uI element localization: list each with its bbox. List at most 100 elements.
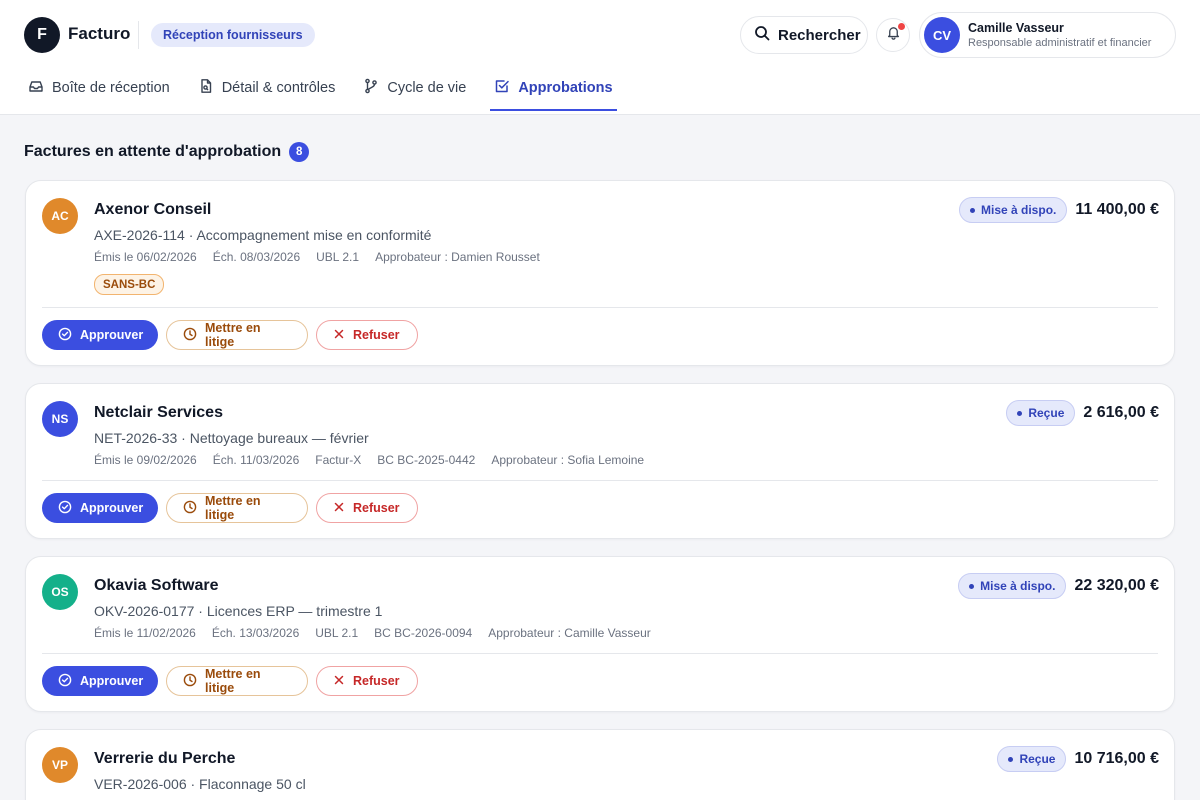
tab-inbox[interactable]: Boîte de réception — [24, 66, 174, 111]
tab-label: Détail & contrôles — [221, 79, 336, 96]
close-icon — [333, 501, 345, 516]
top-bar: F Facturo Réception fournisseurs Recherc… — [0, 0, 1200, 115]
search-label: Rechercher — [778, 26, 861, 44]
invoice-amount: 11 400,00 € — [1075, 201, 1159, 218]
approver: Approbateur : Sofia Lemoine — [491, 453, 645, 467]
check-circle-icon — [58, 500, 72, 517]
dispute-button[interactable]: Mettre en litige — [166, 666, 308, 696]
inbox-icon — [28, 78, 44, 98]
status-badge: Mise à dispo. — [959, 197, 1068, 223]
issue-date: Émis le 11/02/2026 — [94, 626, 196, 640]
card-divider — [42, 653, 1158, 654]
context-badge: Réception fournisseurs — [151, 23, 315, 47]
invoice-amount: 2 616,00 € — [1083, 404, 1159, 421]
due-date: Éch. 08/03/2026 — [212, 250, 301, 264]
card-actions: Approuver Mettre en litige Refuser — [42, 493, 418, 523]
invoice-description: OKV-2026-0177 · Licences ERP — trimestre… — [94, 603, 383, 619]
brand-logo[interactable]: F — [24, 17, 60, 53]
tab-lifecycle[interactable]: Cycle de vie — [359, 66, 470, 111]
refuse-label: Refuser — [353, 328, 400, 342]
search-button[interactable]: Rechercher — [740, 16, 868, 54]
tab-approvals[interactable]: Approbations — [490, 66, 617, 111]
invoice-meta: Émis le 09/02/2026 Éch. 11/03/2026 Factu… — [94, 453, 644, 467]
approve-label: Approuver — [80, 328, 144, 342]
notifications-button[interactable] — [876, 18, 910, 52]
status-dot — [1008, 756, 1014, 762]
approve-button[interactable]: Approuver — [42, 493, 158, 523]
supplier-avatar: NS — [42, 401, 78, 437]
status-label: Mise à dispo. — [981, 203, 1057, 217]
close-icon — [333, 674, 345, 689]
tab-label: Boîte de réception — [52, 79, 170, 96]
tab-label: Approbations — [518, 79, 613, 96]
dispute-label: Mettre en litige — [205, 494, 261, 522]
invoice-card: VP Verrerie du Perche VER-2026-006 · Fla… — [25, 729, 1175, 800]
invoice-format: UBL 2.1 — [315, 626, 359, 640]
dispute-label: Mettre en litige — [205, 321, 261, 349]
section-title-text: Factures en attente d'approbation — [24, 143, 282, 160]
status-dot — [1017, 410, 1023, 416]
approver: Approbateur : Camille Vasseur — [488, 626, 651, 640]
approve-button[interactable]: Approuver — [42, 320, 158, 350]
approver: Approbateur : Damien Rousset — [375, 250, 540, 264]
status-amount: Mise à dispo. 22 320,00 € — [958, 573, 1159, 599]
status-amount: Reçue 2 616,00 € — [1006, 400, 1159, 426]
pending-count-badge: 8 — [289, 142, 310, 162]
supplier-name[interactable]: Netclair Services — [94, 404, 223, 422]
clock-icon — [183, 500, 197, 517]
supplier-name[interactable]: Verrerie du Perche — [94, 750, 235, 768]
card-actions: Approuver Mettre en litige Refuser — [42, 666, 418, 696]
card-actions: Approuver Mettre en litige Refuser — [42, 320, 418, 350]
status-badge: Reçue — [997, 746, 1067, 772]
invoice-meta: Émis le 06/02/2026 Éch. 08/03/2026 UBL 2… — [94, 250, 540, 264]
check-circle-icon — [58, 673, 72, 690]
due-date: Éch. 11/03/2026 — [212, 453, 300, 467]
dispute-button[interactable]: Mettre en litige — [166, 493, 308, 523]
invoice-card: OS Okavia Software OKV-2026-0177 · Licen… — [25, 556, 1175, 712]
invoice-card: AC Axenor Conseil AXE-2026-114 · Accompa… — [25, 180, 1175, 366]
status-amount: Reçue 10 716,00 € — [997, 746, 1159, 772]
supplier-name[interactable]: Okavia Software — [94, 577, 219, 595]
approve-button[interactable]: Approuver — [42, 666, 158, 696]
user-menu[interactable]: CV Camille Vasseur Responsable administr… — [919, 12, 1176, 58]
supplier-avatar: AC — [42, 198, 78, 234]
invoice-card: NS Netclair Services NET-2026-33 · Netto… — [25, 383, 1175, 539]
user-role: Responsable administratif et financier — [968, 37, 1152, 49]
status-label: Mise à dispo. — [980, 579, 1056, 593]
supplier-name[interactable]: Axenor Conseil — [94, 201, 211, 219]
invoice-amount: 22 320,00 € — [1074, 577, 1159, 594]
notification-dot — [898, 23, 905, 30]
approve-label: Approuver — [80, 501, 144, 515]
invoice-amount: 10 716,00 € — [1074, 750, 1159, 767]
purchase-order: BC BC-2025-0442 — [377, 453, 476, 467]
card-divider — [42, 480, 1158, 481]
dispute-label: Mettre en litige — [205, 667, 261, 695]
purchase-order: BC BC-2026-0094 — [374, 626, 473, 640]
status-label: Reçue — [1019, 752, 1056, 766]
status-dot — [969, 583, 975, 589]
due-date: Éch. 13/03/2026 — [211, 626, 300, 640]
refuse-label: Refuser — [353, 674, 400, 688]
invoice-meta: Émis le 11/02/2026 Éch. 13/03/2026 UBL 2… — [94, 626, 651, 640]
refuse-label: Refuser — [353, 501, 400, 515]
dispute-button[interactable]: Mettre en litige — [166, 320, 308, 350]
card-divider — [42, 307, 1158, 308]
document-search-icon — [198, 78, 214, 98]
close-icon — [333, 328, 345, 343]
refuse-button[interactable]: Refuser — [316, 666, 418, 696]
user-name: Camille Vasseur — [968, 21, 1064, 35]
section-title: Factures en attente d'approbation 8 — [24, 142, 310, 162]
invoice-description: VER-2026-006 · Flaconnage 50 cl — [94, 776, 306, 792]
issue-date: Émis le 06/02/2026 — [94, 250, 197, 264]
status-amount: Mise à dispo. 11 400,00 € — [959, 197, 1159, 223]
tab-bar: Boîte de réception Détail & contrôles Cy… — [24, 66, 637, 115]
invoice-description: NET-2026-33 · Nettoyage bureaux — févrie… — [94, 430, 369, 446]
clock-icon — [183, 673, 197, 690]
status-label: Reçue — [1028, 406, 1065, 420]
refuse-button[interactable]: Refuser — [316, 320, 418, 350]
status-badge: Mise à dispo. — [958, 573, 1067, 599]
refuse-button[interactable]: Refuser — [316, 493, 418, 523]
tab-detail-controls[interactable]: Détail & contrôles — [194, 66, 340, 111]
approve-label: Approuver — [80, 674, 144, 688]
clock-icon — [183, 327, 197, 344]
